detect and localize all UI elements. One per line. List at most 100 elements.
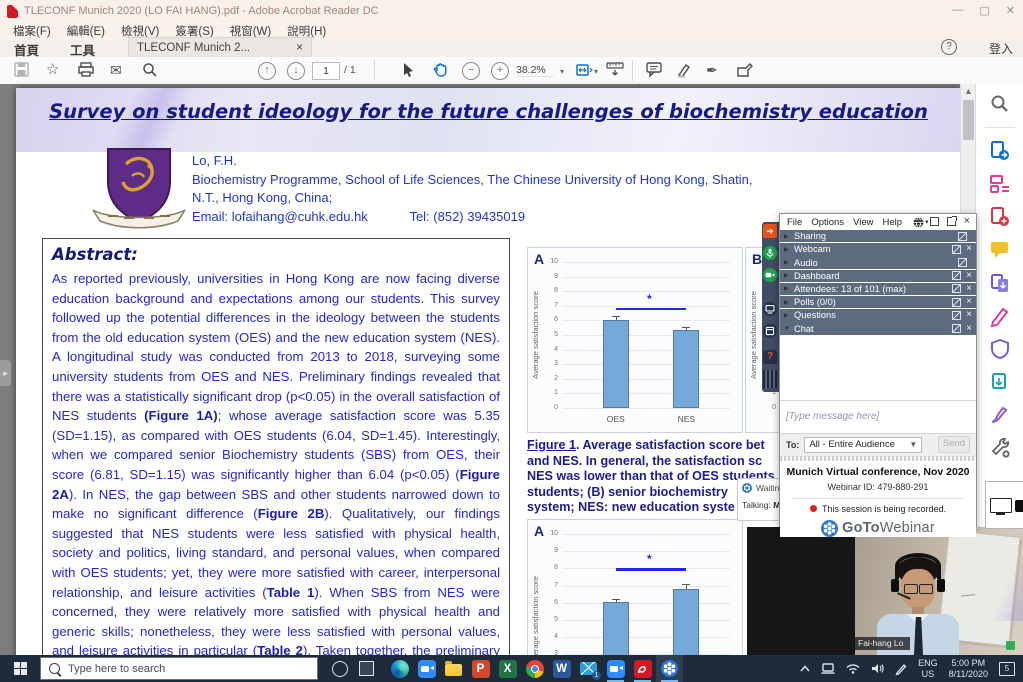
taskbar-powerpoint[interactable]: P <box>467 655 494 682</box>
section-close-icon[interactable]: × <box>966 271 972 281</box>
gtw-section-webcam[interactable]: ▶Webcam× <box>780 243 976 255</box>
minimize-icon[interactable]: — <box>952 4 963 17</box>
section-triangle-icon[interactable]: ▶ <box>784 233 794 240</box>
gtw-section-attendees[interactable]: ▶Attendees: 13 of 101 (max)× <box>780 283 976 295</box>
section-triangle-icon[interactable]: ▶ <box>784 285 794 292</box>
stamp-icon[interactable] <box>736 62 754 79</box>
protect-tool-icon[interactable] <box>990 339 1010 359</box>
popout-icon[interactable] <box>952 324 961 333</box>
help-bubble-icon[interactable]: ? <box>763 350 777 364</box>
previous-page-icon[interactable]: ↑ <box>258 62 276 80</box>
wifi-icon[interactable] <box>846 663 860 674</box>
section-triangle-icon[interactable]: ▶ <box>784 272 794 279</box>
gtw-section-sharing[interactable]: ▶Sharing <box>780 230 976 242</box>
gtw-maximize-icon[interactable] <box>930 217 939 226</box>
scrollbar-thumb[interactable] <box>963 100 974 140</box>
clock[interactable]: 5:00 PM8/11/2020 <box>949 658 988 679</box>
page-width-icon[interactable] <box>606 62 624 79</box>
popout-icon[interactable] <box>958 232 967 241</box>
section-close-icon[interactable]: × <box>966 284 972 294</box>
section-close-icon[interactable]: × <box>966 310 972 320</box>
export-pdf-icon[interactable] <box>990 141 1010 161</box>
more-tools-icon[interactable] <box>990 438 1010 458</box>
next-page-icon[interactable]: ↓ <box>287 62 305 80</box>
popout-icon[interactable] <box>952 245 961 254</box>
start-button[interactable] <box>0 655 40 682</box>
gtw-section-chat[interactable]: ▼Chat× <box>780 322 976 334</box>
section-triangle-icon[interactable]: ▶ <box>784 312 794 319</box>
chat-input[interactable]: [Type message here] <box>780 400 976 433</box>
gtw-close-icon[interactable]: × <box>964 218 970 225</box>
fill-sign-icon[interactable]: ✒ <box>706 62 724 79</box>
send-button[interactable]: Send <box>938 436 970 453</box>
gtw-minimize-icon[interactable] <box>915 220 922 222</box>
section-triangle-icon[interactable]: ▼ <box>784 326 794 332</box>
hand-tool-icon[interactable] <box>432 62 450 79</box>
gtw-menu-options[interactable]: Options <box>811 217 844 228</box>
zoom-out-icon[interactable]: − <box>462 62 480 80</box>
popout-icon[interactable] <box>952 298 961 307</box>
taskbar-zoom-running[interactable] <box>602 655 629 682</box>
tray-expand-icon[interactable] <box>800 665 810 672</box>
gtw-section-questions[interactable]: ▶Questions× <box>780 309 976 321</box>
viewer-window-icon[interactable] <box>763 324 777 338</box>
create-pdf-icon[interactable] <box>990 207 1010 227</box>
section-close-icon[interactable]: × <box>966 297 972 307</box>
mic-icon[interactable] <box>763 246 777 260</box>
nav-pane-toggle-icon[interactable]: ▸ <box>0 360 11 386</box>
highlighter-icon[interactable] <box>676 62 694 79</box>
fit-width-icon[interactable] <box>576 62 594 79</box>
comment-icon[interactable] <box>646 62 664 79</box>
search-tool-icon[interactable] <box>990 94 1010 114</box>
compress-pdf-icon[interactable] <box>990 372 1010 392</box>
gtw-section-polls[interactable]: ▶Polls (0/0)× <box>780 296 976 308</box>
zoom-level-select[interactable]: 38.2% <box>516 64 554 77</box>
gtw-popout-icon[interactable] <box>947 217 956 226</box>
gtw-section-dashboard[interactable]: ▶Dashboard× <box>780 270 976 282</box>
gtw-menu-view[interactable]: View <box>853 217 873 228</box>
taskbar-edge[interactable] <box>386 655 413 682</box>
organize-pages-icon[interactable] <box>990 174 1010 194</box>
combine-files-icon[interactable] <box>990 273 1010 293</box>
pen-icon[interactable] <box>895 663 907 675</box>
language-indicator[interactable]: ENGUS <box>918 658 938 679</box>
audience-select[interactable]: All - Entire Audience ▼ <box>804 437 922 453</box>
sign-in-button[interactable]: 登入 <box>989 40 1013 57</box>
zoom-in-icon[interactable]: + <box>491 62 509 80</box>
collapse-panel-icon[interactable]: ➔ <box>763 224 777 238</box>
taskbar-acrobat-running[interactable] <box>629 655 656 682</box>
task-view-button[interactable] <box>353 655 380 682</box>
print-icon[interactable] <box>78 62 96 79</box>
section-triangle-icon[interactable]: ▶ <box>784 299 794 306</box>
menu-edit[interactable]: 編輯(E) <box>60 23 112 39</box>
gtw-menu-file[interactable]: File <box>787 217 802 228</box>
screen-share-icon[interactable] <box>763 302 777 316</box>
comment-tool-icon[interactable] <box>990 240 1010 260</box>
notification-center-icon[interactable]: 5 <box>999 662 1015 676</box>
menu-file[interactable]: 檔案(F) <box>6 23 58 39</box>
email-icon[interactable]: ✉ <box>110 62 128 79</box>
close-icon[interactable]: ✕ <box>1006 4 1015 17</box>
section-triangle-icon[interactable]: ▶ <box>784 259 794 266</box>
webcam-icon[interactable] <box>763 268 777 282</box>
taskbar-search-input[interactable]: Type here to search <box>40 657 318 680</box>
star-icon[interactable]: ☆ <box>46 62 64 79</box>
fill-sign-tool-icon[interactable] <box>990 306 1010 326</box>
maximize-icon[interactable]: ▢ <box>979 4 989 17</box>
certificates-tool-icon[interactable] <box>990 405 1010 425</box>
taskbar-file-explorer[interactable] <box>440 655 467 682</box>
device-icon[interactable] <box>821 663 835 674</box>
popout-icon[interactable] <box>952 311 961 320</box>
section-close-icon[interactable]: × <box>966 324 972 334</box>
cortana-button[interactable] <box>326 655 353 682</box>
popout-icon[interactable] <box>958 258 967 267</box>
taskbar-chrome[interactable] <box>521 655 548 682</box>
popout-icon[interactable] <box>952 271 961 280</box>
search-icon[interactable] <box>142 62 160 79</box>
section-close-icon[interactable]: × <box>966 244 972 254</box>
taskbar-gotowebinar-running[interactable] <box>656 655 683 682</box>
taskbar-mail[interactable]: 1 <box>575 655 602 682</box>
popout-icon[interactable] <box>952 284 961 293</box>
taskbar-word[interactable]: W <box>548 655 575 682</box>
screen-preview-popup[interactable] <box>985 481 1023 529</box>
